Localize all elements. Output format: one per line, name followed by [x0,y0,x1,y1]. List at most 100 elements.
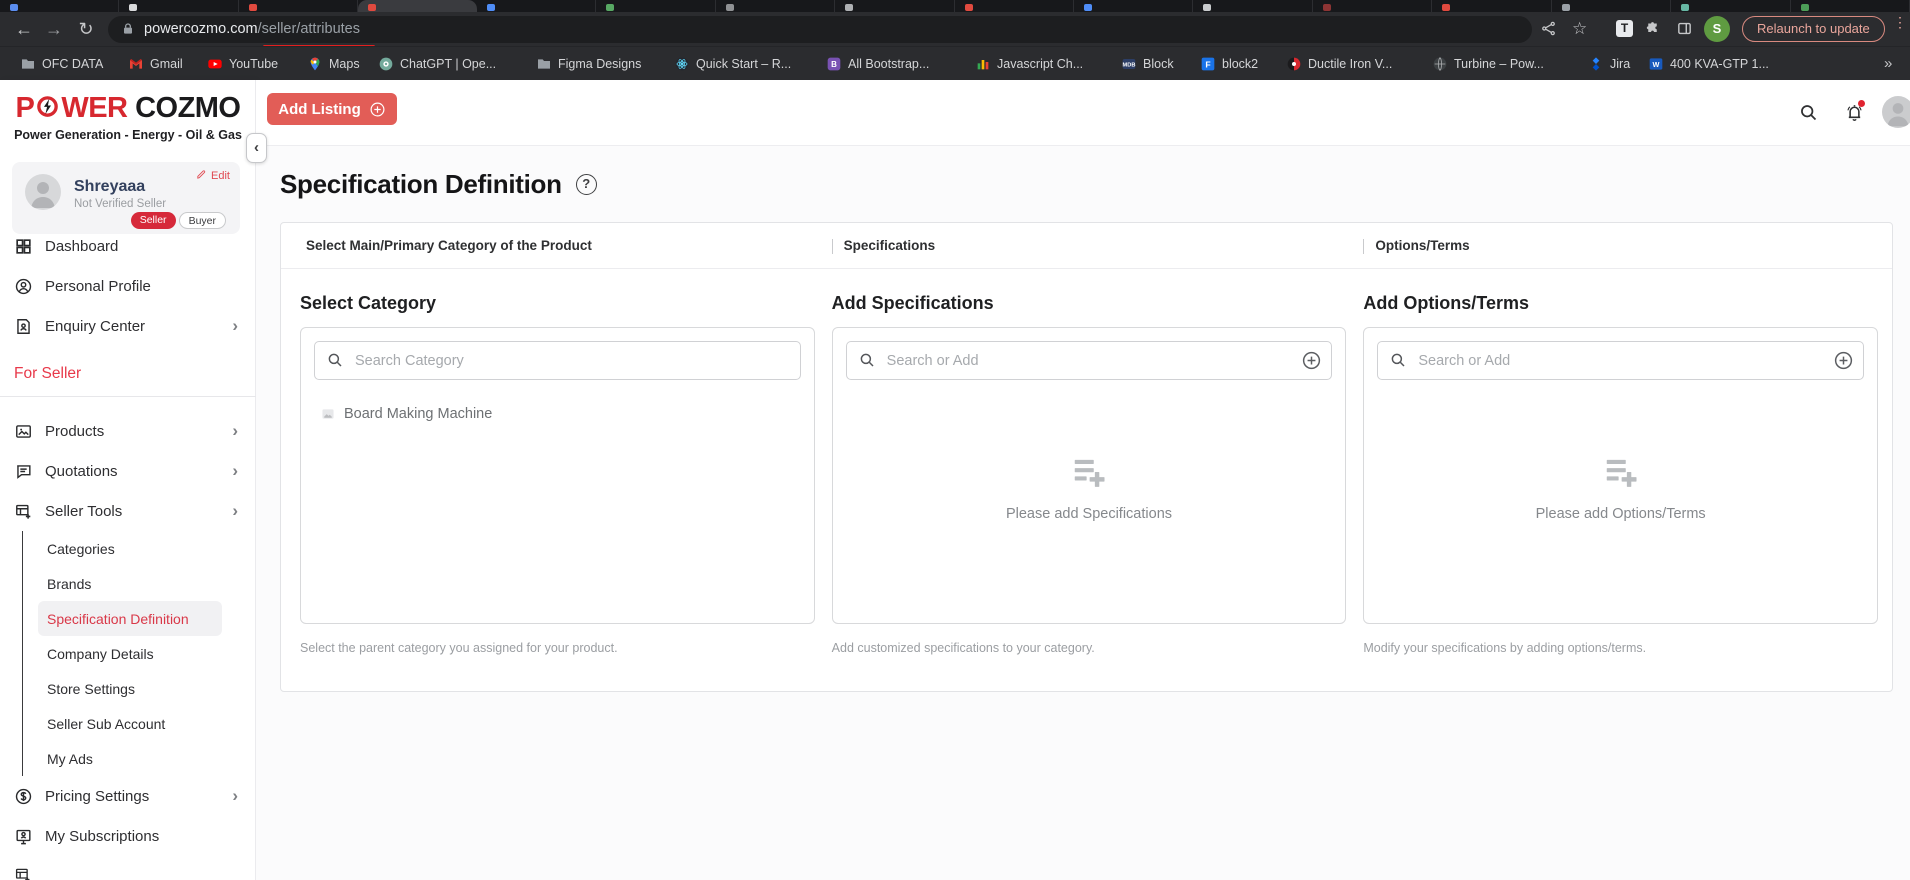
reload-button-icon[interactable]: ↻ [72,15,100,43]
add-option-plus-icon[interactable] [1833,350,1854,371]
sidebar-item-label: Enquiry Center [45,318,145,335]
browser-tab[interactable] [119,0,238,12]
browser-tab[interactable] [596,0,715,12]
search-or-add-options-input[interactable] [1377,341,1864,380]
column-add-options-terms: Add Options/Terms Please add Options/Ter [1363,269,1878,655]
bookmark-label: OFC DATA [42,57,103,71]
browser-tab[interactable] [1791,0,1910,12]
search-icon [1389,351,1407,369]
browser-tab[interactable] [1671,0,1790,12]
sidebar-item-quotations[interactable]: Quotations› [0,451,256,491]
sidebar-item-enquiry-center[interactable]: Enquiry Center› [0,306,256,346]
bookmark-item[interactable]: OFC DATA [20,54,103,74]
card-header-specifications: Specifications [832,238,1347,253]
browser-profile-avatar[interactable]: S [1704,16,1730,42]
add-listing-label: Add Listing [278,101,361,118]
browser-tab[interactable] [835,0,954,12]
card-header-category: Select Main/Primary Category of the Prod… [300,238,815,253]
category-list-item[interactable]: Board Making Machine [321,406,814,422]
sidebar-item-personal-profile[interactable]: Personal Profile [0,266,256,306]
seller-tools-submenu: CategoriesBrandsSpecification Definition… [22,531,256,776]
tab-favicon-icon [965,4,973,11]
extensions-puzzle-icon[interactable] [1644,20,1664,38]
power-symbol-icon [35,94,60,119]
specification-card: Select Main/Primary Category of the Prod… [280,222,1893,692]
sidebar-item-label: Dashboard [45,238,118,255]
add-specification-plus-icon[interactable] [1301,350,1322,371]
forward-button-icon[interactable]: → [40,15,68,43]
profile-edit-link[interactable]: Edit [196,169,230,183]
sidebar-subitem-company-details[interactable]: Company Details [38,636,222,671]
tab-favicon-icon [487,4,495,11]
browser-tab[interactable] [716,0,835,12]
bookmark-item[interactable]: Javascript Ch... [975,54,1083,74]
bookmark-item[interactable]: ChatGPT | Ope... [378,54,496,74]
browser-tab-active[interactable] [358,0,476,12]
sidebar-subitem-my-ads[interactable]: My Ads [38,741,222,776]
side-panel-icon[interactable] [1676,20,1696,38]
browser-tab[interactable] [1313,0,1432,12]
bookmark-item[interactable]: YouTube [207,54,278,74]
sidebar-subitem-seller-sub-account[interactable]: Seller Sub Account [38,706,222,741]
browser-tab[interactable] [1193,0,1312,12]
header-user-avatar[interactable] [1882,96,1910,128]
bookmark-item[interactable]: Ductile Iron V... [1286,54,1392,74]
browser-tab[interactable] [0,0,119,12]
browser-tab[interactable] [955,0,1074,12]
bookmark-item[interactable]: Figma Designs [536,54,641,74]
profile-avatar[interactable] [25,174,61,210]
specifications-panel: Please add Specifications [832,327,1347,624]
sidebar-item-my-subscriptions[interactable]: My Subscriptions [0,816,256,856]
notification-bell-icon[interactable] [1844,102,1866,124]
sidebar-collapse-button[interactable]: ‹ [246,133,267,163]
sidebar-item-seller-tools[interactable]: Seller Tools› [0,491,256,531]
tab-favicon-icon [129,4,137,11]
category-caption: Select the parent category you assigned … [300,641,815,655]
search-or-add-specifications-input[interactable] [846,341,1333,380]
sidebar-item-dashboard[interactable]: Dashboard [0,226,256,266]
bookmark-item[interactable]: BAll Bootstrap... [826,54,929,74]
browser-tab[interactable] [1552,0,1671,12]
tab-favicon-icon [1801,4,1809,11]
browser-toolbar: ← → ↻ powercozmo.com/seller/attributes ☆… [0,12,1910,46]
browser-tab[interactable] [1074,0,1193,12]
sidebar-subitem-categories[interactable]: Categories [38,531,222,566]
browser-tab-strip[interactable] [0,0,1910,12]
share-icon[interactable] [1540,20,1560,38]
bookmark-item[interactable]: Maps [307,54,360,74]
url-text: powercozmo.com/seller/attributes [144,21,360,37]
bookmarks-overflow-chevron[interactable]: » [1884,55,1892,72]
sidebar-subitem-specification-definition[interactable]: Specification Definition [38,601,222,636]
browser-tab[interactable] [1432,0,1551,12]
help-icon[interactable]: ? [576,174,597,195]
bookmark-item[interactable]: Turbine – Pow... [1432,54,1544,74]
header-search-icon[interactable] [1798,102,1820,124]
sidebar-item-label: Products [45,423,104,440]
search-category-input[interactable] [314,341,801,380]
extension-t-icon[interactable]: T [1616,20,1633,37]
sidebar-subitem-brands[interactable]: Brands [38,566,222,601]
address-bar[interactable]: powercozmo.com/seller/attributes [108,16,1532,43]
bookmark-item[interactable]: W400 KVA-GTP 1... [1648,54,1769,74]
sidebar-item-products[interactable]: Products› [0,411,256,451]
powercozmo-logo[interactable]: PWER COZMO Power Generation - Energy - O… [0,92,256,142]
sidebar-subitem-store-settings[interactable]: Store Settings [38,671,222,706]
bookmark-label: All Bootstrap... [848,57,929,71]
browser-tab[interactable] [239,0,358,12]
add-listing-button[interactable]: Add Listing [267,93,397,125]
relaunch-to-update-button[interactable]: Relaunch to update [1742,16,1885,42]
browser-menu-icon[interactable]: ⋮ [1893,19,1903,26]
sidebar-item-pricing-settings[interactable]: Pricing Settings› [0,776,256,816]
bookmark-item[interactable]: Gmail [128,54,183,74]
bookmark-item[interactable]: Jira [1588,54,1630,74]
tab-favicon-icon [845,4,853,11]
sidebar-item-label: Seller Tools [45,503,122,520]
browser-tab[interactable] [477,0,596,12]
bookmark-star-icon[interactable]: ☆ [1572,20,1592,38]
tab-favicon-icon [1562,4,1570,11]
bookmark-item[interactable]: MDBBlock [1121,54,1174,74]
bookmark-item[interactable]: Quick Start – R... [674,54,791,74]
bookmark-item[interactable]: Fblock2 [1200,54,1258,74]
category-panel: Board Making Machine [300,327,815,624]
back-button-icon[interactable]: ← [10,15,38,43]
